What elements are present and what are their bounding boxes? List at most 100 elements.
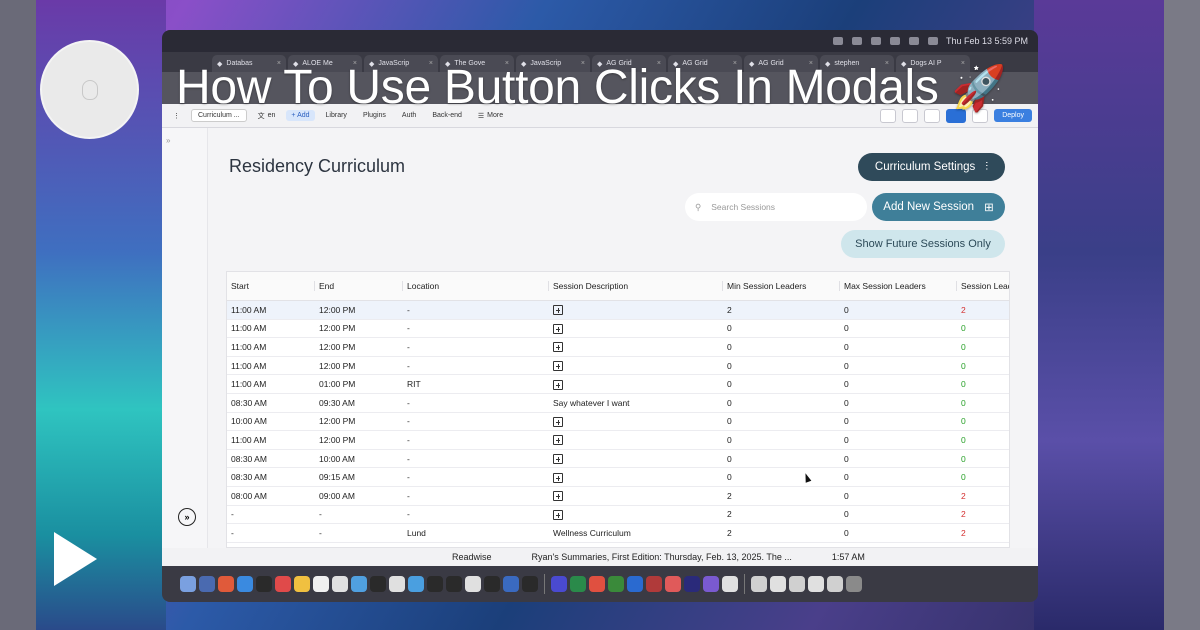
dock-app-icon[interactable] bbox=[522, 576, 538, 592]
expand-plus-icon[interactable] bbox=[553, 342, 563, 353]
table-row[interactable]: 11:00 AM 12:00 PM - 0 0 0 bbox=[227, 338, 1009, 357]
dock-app-icon[interactable] bbox=[180, 576, 196, 592]
dock-app-icon[interactable] bbox=[722, 576, 738, 592]
cell-start: 11:00 AM bbox=[231, 379, 267, 390]
rocket-icon: 🚀 bbox=[951, 64, 1007, 113]
column-header[interactable]: Min Session Leaders bbox=[723, 281, 840, 291]
add-new-session-button[interactable]: Add New Session ⊞ bbox=[872, 193, 1005, 221]
cell-end: 12:00 PM bbox=[319, 434, 356, 445]
dock-app-icon[interactable] bbox=[665, 576, 681, 592]
dock-app-icon[interactable] bbox=[370, 576, 386, 592]
dock-app-icon[interactable] bbox=[275, 576, 291, 592]
dock-app-icon[interactable] bbox=[570, 576, 586, 592]
expand-sidebar-icon[interactable]: » bbox=[178, 508, 196, 526]
wifi-icon[interactable] bbox=[889, 37, 900, 45]
dock-app-icon[interactable] bbox=[446, 576, 462, 592]
search-sessions-input[interactable]: ⚲ Search Sessions bbox=[685, 193, 867, 221]
expand-plus-icon[interactable] bbox=[553, 472, 563, 483]
cell-leaders: 0 bbox=[961, 434, 966, 445]
cell-start: 08:30 AM bbox=[231, 453, 267, 464]
collapse-icon[interactable]: » bbox=[166, 136, 170, 145]
curriculum-settings-button[interactable]: Curriculum Settings ⫶ bbox=[858, 153, 1005, 181]
app-icon[interactable] bbox=[851, 37, 862, 45]
table-row[interactable]: - - - 2 0 2 bbox=[227, 506, 1009, 525]
table-row[interactable]: 11:00 AM 12:00 PM - 0 0 0 bbox=[227, 320, 1009, 339]
grid-header: Start End Location Session Description Min S… bbox=[227, 272, 1009, 301]
dock-app-icon[interactable] bbox=[846, 576, 862, 592]
cell-end: - bbox=[319, 527, 322, 538]
cell-min: 0 bbox=[727, 341, 732, 352]
table-row[interactable]: - - Lund Wellness Curriculum 2 0 2 bbox=[227, 524, 1009, 543]
cell-end: 12:00 PM bbox=[319, 360, 356, 371]
dock-app-icon[interactable] bbox=[703, 576, 719, 592]
table-row[interactable]: 08:30 AM 09:30 AM - Say whatever I want 0 0 0 bbox=[227, 394, 1009, 413]
dock-app-icon[interactable] bbox=[589, 576, 605, 592]
cell-leaders: 0 bbox=[961, 341, 966, 352]
expand-plus-icon[interactable] bbox=[553, 323, 563, 334]
column-header[interactable]: Session Leade bbox=[957, 281, 1009, 291]
table-row[interactable]: 11:00 AM 01:00 PM RIT 0 0 0 bbox=[227, 375, 1009, 394]
menubar-clock[interactable]: Thu Feb 13 5:59 PM bbox=[946, 36, 1028, 46]
cell-leaders: 0 bbox=[961, 360, 966, 371]
channel-avatar[interactable] bbox=[40, 40, 139, 139]
cell-max: 0 bbox=[844, 397, 849, 408]
expand-plus-icon[interactable] bbox=[553, 435, 563, 446]
expand-plus-icon[interactable] bbox=[553, 305, 563, 316]
screen-icon[interactable] bbox=[832, 37, 843, 45]
control-center-icon[interactable] bbox=[927, 37, 938, 45]
table-row[interactable]: 11:00 AM 12:00 PM - 2 0 2 bbox=[227, 301, 1009, 320]
expand-plus-icon[interactable] bbox=[553, 491, 563, 502]
battery-icon[interactable] bbox=[870, 37, 881, 45]
column-header[interactable]: End bbox=[315, 281, 403, 291]
column-header[interactable]: Session Description bbox=[549, 281, 723, 291]
dock-app-icon[interactable] bbox=[789, 576, 805, 592]
search-icon[interactable] bbox=[908, 37, 919, 45]
column-header[interactable]: Start bbox=[227, 281, 315, 291]
show-future-sessions-button[interactable]: Show Future Sessions Only bbox=[841, 230, 1005, 258]
expand-plus-icon[interactable] bbox=[553, 379, 563, 390]
column-header[interactable]: Location bbox=[403, 281, 549, 291]
table-row[interactable]: 11:00 AM 12:00 PM - 0 0 0 bbox=[227, 431, 1009, 450]
dock-app-icon[interactable] bbox=[465, 576, 481, 592]
dock-app-icon[interactable] bbox=[256, 576, 272, 592]
cell-start: - bbox=[231, 509, 234, 520]
expand-plus-icon[interactable] bbox=[553, 416, 563, 427]
expand-plus-icon[interactable] bbox=[553, 509, 563, 520]
dock-app-icon[interactable] bbox=[646, 576, 662, 592]
table-row[interactable]: 08:30 AM 10:00 AM - 0 0 0 bbox=[227, 450, 1009, 469]
notification-strip: Readwise Ryan's Summaries, First Edition… bbox=[162, 548, 1038, 566]
dock-app-icon[interactable] bbox=[199, 576, 215, 592]
cell-desc bbox=[549, 453, 723, 464]
cell-desc bbox=[549, 509, 723, 520]
play-icon[interactable] bbox=[54, 532, 97, 586]
dock-app-icon[interactable] bbox=[332, 576, 348, 592]
dock-app-icon[interactable] bbox=[237, 576, 253, 592]
dock-app-icon[interactable] bbox=[294, 576, 310, 592]
dock-app-icon[interactable] bbox=[751, 576, 767, 592]
table-row[interactable]: 08:30 AM 09:15 AM - 0 0 0 bbox=[227, 468, 1009, 487]
dock-app-icon[interactable] bbox=[484, 576, 500, 592]
dock-app-icon[interactable] bbox=[389, 576, 405, 592]
table-row[interactable]: 11:00 AM 12:00 PM - 0 0 0 bbox=[227, 357, 1009, 376]
cell-max: 0 bbox=[844, 527, 849, 538]
dock-app-icon[interactable] bbox=[627, 576, 643, 592]
dock-app-icon[interactable] bbox=[313, 576, 329, 592]
expand-plus-icon[interactable] bbox=[553, 453, 563, 464]
column-header[interactable]: Max Session Leaders bbox=[840, 281, 957, 291]
dock-app-icon[interactable] bbox=[218, 576, 234, 592]
dock-app-icon[interactable] bbox=[770, 576, 786, 592]
dock-app-icon[interactable] bbox=[608, 576, 624, 592]
dock-app-icon[interactable] bbox=[684, 576, 700, 592]
dock-app-icon[interactable] bbox=[551, 576, 567, 592]
cell-location: - bbox=[407, 453, 410, 464]
dock-app-icon[interactable] bbox=[351, 576, 367, 592]
dock-app-icon[interactable] bbox=[408, 576, 424, 592]
dock-app-icon[interactable] bbox=[503, 576, 519, 592]
expand-plus-icon[interactable] bbox=[553, 360, 563, 371]
dock-app-icon[interactable] bbox=[808, 576, 824, 592]
table-row[interactable]: 08:00 AM 09:00 AM - 2 0 2 bbox=[227, 487, 1009, 506]
cell-end: 01:00 PM bbox=[319, 379, 356, 390]
dock-app-icon[interactable] bbox=[427, 576, 443, 592]
dock-app-icon[interactable] bbox=[827, 576, 843, 592]
table-row[interactable]: 10:00 AM 12:00 PM - 0 0 0 bbox=[227, 413, 1009, 432]
